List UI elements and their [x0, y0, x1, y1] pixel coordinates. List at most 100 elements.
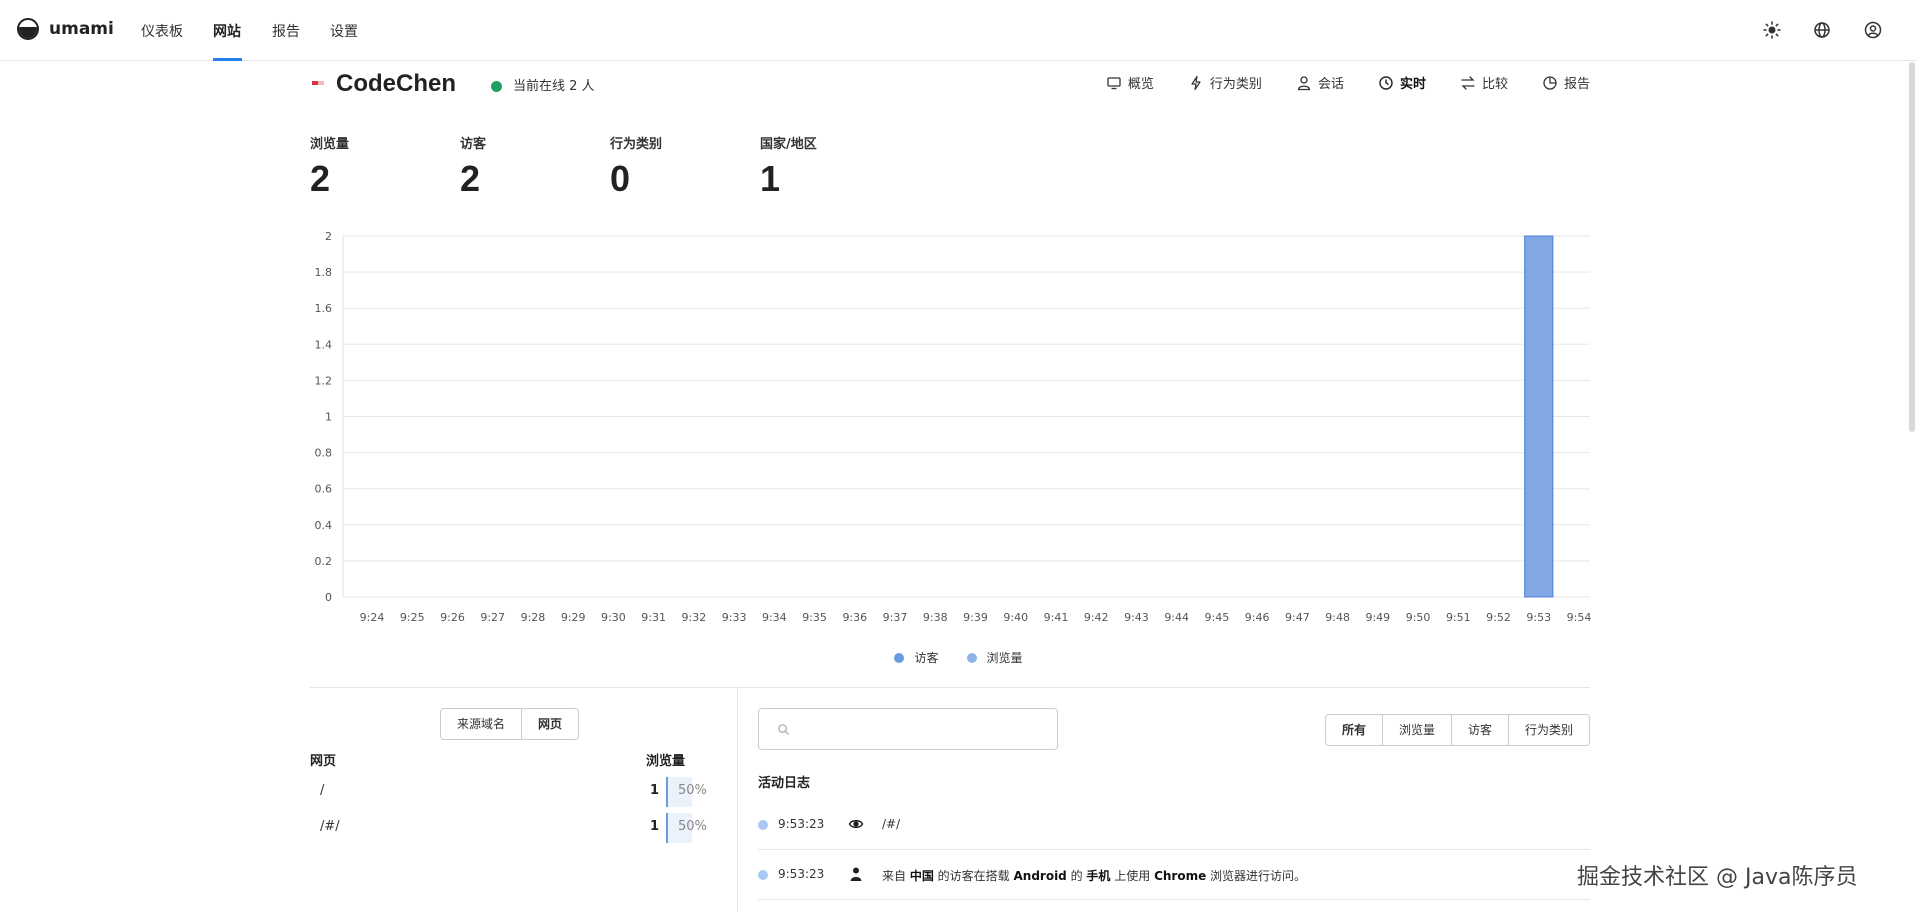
- log-text-strong: Android: [1013, 869, 1067, 883]
- person-icon: [850, 867, 862, 881]
- referrer-button[interactable]: 来源域名: [441, 709, 523, 739]
- page-scrollbar[interactable]: [1909, 62, 1915, 432]
- nav-item-dashboard[interactable]: 仪表板: [141, 21, 183, 41]
- y-tick-label: 1.2: [315, 374, 333, 387]
- x-tick-label: 9:30: [601, 611, 626, 624]
- y-tick-label: 1: [325, 411, 332, 424]
- y-tick-label: 1.8: [315, 266, 333, 279]
- x-tick-label: 9:24: [360, 611, 385, 624]
- y-tick-label: 0.4: [315, 519, 333, 532]
- x-tick-label: 9:42: [1084, 611, 1109, 624]
- sun-icon[interactable]: [1762, 20, 1782, 40]
- metric-label: 浏览量: [310, 137, 350, 152]
- brand[interactable]: umami: [17, 18, 114, 40]
- table-row[interactable]: / 1 50%: [310, 777, 710, 807]
- swap-icon: [1461, 75, 1475, 90]
- bar-pageviews: [1524, 235, 1554, 598]
- page-views-count: 1: [650, 783, 660, 798]
- legend-label: 浏览量: [986, 651, 1023, 665]
- panel-divider: [737, 688, 738, 912]
- x-tick-label: 9:48: [1325, 611, 1350, 624]
- globe-icon[interactable]: [1812, 20, 1832, 40]
- log-text-part: /#/: [882, 817, 901, 831]
- nav-item-settings[interactable]: 设置: [330, 21, 358, 41]
- filter-events-button[interactable]: 行为类别: [1508, 715, 1589, 745]
- x-tick-label: 9:52: [1486, 611, 1511, 624]
- search-icon: [778, 724, 790, 736]
- log-text: 来自 中国 的访客在搭载 Android 的 手机 上使用 Chrome 浏览器…: [882, 867, 1306, 884]
- filter-pageviews-button[interactable]: 浏览量: [1382, 715, 1452, 745]
- search-input[interactable]: [758, 708, 1058, 750]
- log-row: 9:53:23 来自 中国 的访客在搭载 Android 的 手机 上使用 Ch…: [758, 850, 1590, 900]
- x-tick-label: 9:47: [1285, 611, 1310, 624]
- tab-reports[interactable]: 报告: [1542, 73, 1590, 92]
- y-tick-label: 1.6: [315, 302, 333, 315]
- log-text-strong: 中国: [909, 869, 934, 883]
- table-row[interactable]: /#/ 1 50%: [310, 813, 710, 843]
- metric-label: 国家/地区: [760, 137, 817, 152]
- metric-events: 行为类别 0: [610, 133, 662, 200]
- chart-legend: 访客 浏览量: [0, 649, 1917, 666]
- tab-label: 会话: [1317, 77, 1344, 92]
- x-tick-label: 9:32: [682, 611, 707, 624]
- tab-events[interactable]: 行为类别: [1188, 73, 1262, 92]
- x-tick-label: 9:39: [963, 611, 988, 624]
- nav-item-reports[interactable]: 报告: [272, 21, 300, 41]
- filter-visitors-button[interactable]: 访客: [1451, 715, 1509, 745]
- tab-sessions[interactable]: 会话: [1296, 73, 1344, 92]
- metric-value: 2: [310, 158, 331, 199]
- tab-overview[interactable]: 概览: [1106, 73, 1154, 92]
- y-tick-label: 0: [325, 591, 332, 604]
- log-dot: [758, 870, 768, 880]
- log-text-part: 的访客在搭载: [933, 869, 1014, 883]
- legend-swatch: [894, 652, 905, 663]
- eye-icon: [848, 819, 864, 829]
- x-tick-label: 9:31: [641, 611, 666, 624]
- x-tick-label: 9:26: [440, 611, 465, 624]
- legend-swatch: [966, 652, 977, 663]
- legend-item-pageviews[interactable]: 浏览量: [966, 649, 1023, 666]
- log-text: /#/: [882, 817, 900, 831]
- active-nav-indicator: [213, 58, 242, 61]
- log-text-part: 来自: [882, 869, 910, 883]
- x-tick-label: 9:27: [480, 611, 505, 624]
- source-toggle: 来源域名 网页: [440, 708, 580, 740]
- tab-label: 比较: [1481, 77, 1508, 92]
- site-favicon-icon: [312, 81, 324, 85]
- x-tick-label: 9:40: [1003, 611, 1028, 624]
- filter-all-button[interactable]: 所有: [1325, 715, 1383, 745]
- section-divider: [310, 687, 1590, 688]
- page-path: /#/: [320, 819, 340, 834]
- x-tick-label: 9:29: [561, 611, 586, 624]
- log-text-part: 上使用: [1110, 869, 1155, 883]
- x-tick-label: 9:36: [842, 611, 867, 624]
- bolt-icon: [1191, 75, 1201, 90]
- watermark: 掘金技术社区 @ Java陈序员: [1577, 865, 1858, 890]
- metric-label: 行为类别: [610, 137, 663, 152]
- x-tick-label: 9:45: [1205, 611, 1230, 624]
- clock-icon: [1379, 75, 1393, 90]
- metric-label: 访客: [460, 137, 487, 152]
- log-time: 9:53:23: [778, 817, 825, 831]
- metric-visitors: 访客 2: [460, 133, 486, 200]
- tab-realtime[interactable]: 实时: [1378, 73, 1426, 92]
- tab-compare[interactable]: 比较: [1460, 73, 1508, 92]
- metric-pageviews: 浏览量 2: [310, 133, 349, 200]
- site-name: CodeChen: [336, 70, 456, 97]
- online-status-dot: [491, 81, 502, 92]
- log-time: 9:53:23: [778, 867, 825, 881]
- log-text-strong: Chrome: [1154, 869, 1207, 883]
- x-tick-label: 9:35: [802, 611, 827, 624]
- log-dot: [758, 820, 768, 830]
- nav-item-websites[interactable]: 网站: [213, 21, 241, 41]
- page-views-percent: 50%: [678, 819, 707, 834]
- page-path: /: [320, 783, 325, 798]
- column-header-views: 浏览量: [646, 754, 686, 769]
- user-icon[interactable]: [1863, 20, 1883, 40]
- legend-item-visitors[interactable]: 访客: [894, 649, 939, 666]
- x-tick-label: 9:46: [1245, 611, 1270, 624]
- x-tick-label: 9:37: [883, 611, 908, 624]
- x-tick-label: 9:53: [1526, 611, 1551, 624]
- report-icon: [1543, 75, 1557, 90]
- pages-button[interactable]: 网页: [522, 709, 579, 739]
